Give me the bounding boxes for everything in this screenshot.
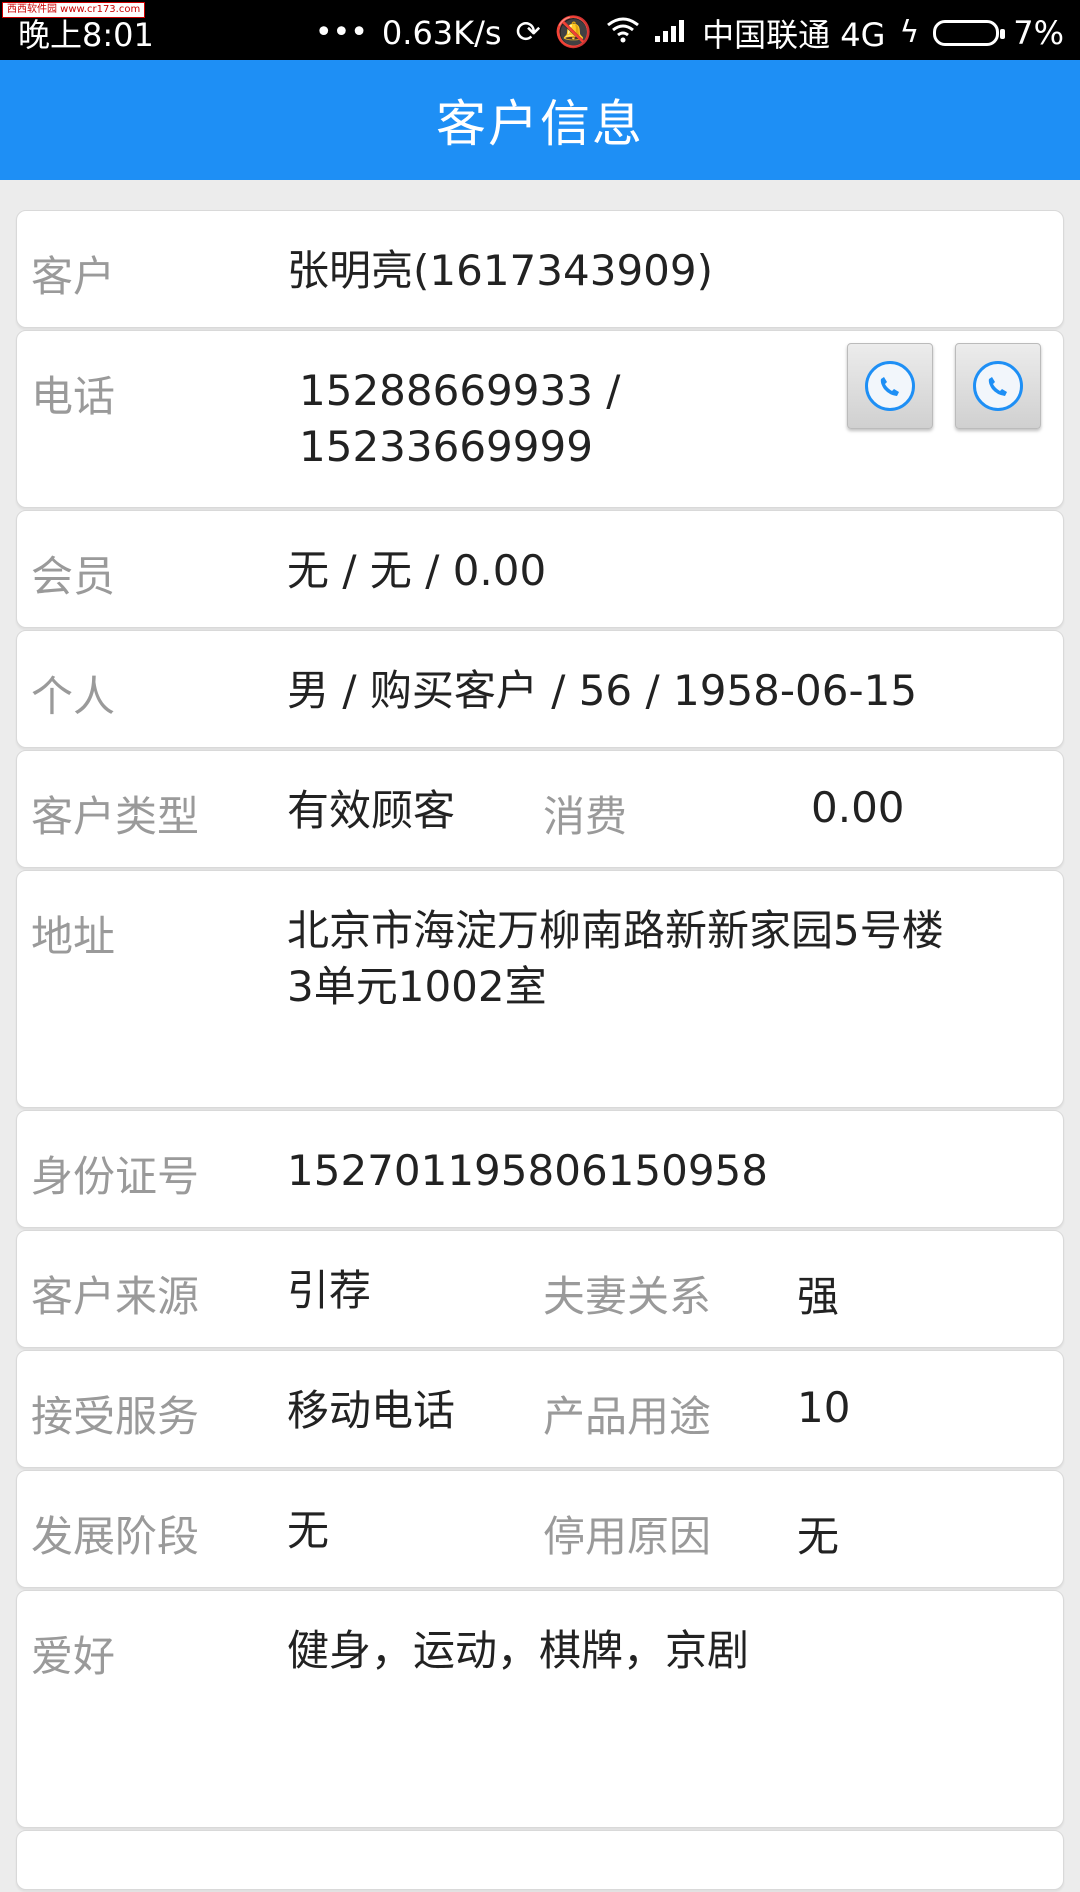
more-dots-icon: ••• bbox=[314, 15, 368, 50]
row-value: 移动电话 bbox=[287, 1386, 456, 1435]
mute-icon: 🔕 bbox=[554, 15, 593, 50]
row-value: 无 bbox=[287, 1506, 330, 1555]
phone-number-1: 15288669933 / bbox=[299, 366, 621, 415]
row-label: 爱好 bbox=[31, 1632, 116, 1681]
row-value: 有效顾客 bbox=[287, 786, 456, 835]
row-label: 身份证号 bbox=[31, 1152, 200, 1201]
phone-icon bbox=[973, 361, 1023, 411]
status-right: ••• 0.63K/s ⟳ 🔕 中国联通 4G ϟ 7% bbox=[315, 10, 1064, 56]
row-hobby: 爱好 健身，运动，棋牌，京剧 bbox=[16, 1590, 1064, 1828]
row-label-secondary: 夫妻关系 bbox=[543, 1272, 712, 1321]
row-value: 152701195806150958 bbox=[287, 1146, 768, 1195]
row-label-secondary: 产品用途 bbox=[543, 1392, 712, 1441]
row-label-secondary: 停用原因 bbox=[543, 1512, 712, 1561]
status-time: 晚上8:01 bbox=[18, 16, 154, 54]
row-phone: 电话 15288669933 / 15233669999 bbox=[16, 330, 1064, 508]
address-line-1: 北京市海淀万柳南路新新家园5号楼 bbox=[287, 906, 944, 955]
row-value-secondary: 10 bbox=[797, 1383, 851, 1432]
phone-number-2: 15233669999 bbox=[299, 422, 593, 471]
charging-icon: ϟ bbox=[899, 15, 920, 50]
row-stage: 发展阶段 无 停用原因 无 bbox=[16, 1470, 1064, 1588]
row-member: 会员 无 / 无 / 0.00 bbox=[16, 510, 1064, 628]
wifi-icon bbox=[606, 17, 640, 49]
row-value: 张明亮(1617343909) bbox=[287, 246, 713, 295]
address-line-2: 3单元1002室 bbox=[287, 962, 547, 1011]
status-battery: 7% bbox=[1013, 14, 1064, 52]
row-label: 发展阶段 bbox=[31, 1512, 200, 1561]
row-label: 客户 bbox=[31, 252, 116, 301]
row-label: 会员 bbox=[31, 552, 116, 601]
row-value: 引荐 bbox=[287, 1266, 372, 1315]
row-id-number: 身份证号 152701195806150958 bbox=[16, 1110, 1064, 1228]
row-label: 电话 bbox=[31, 372, 116, 421]
row-value: 男 / 购买客户 / 56 / 1958-06-15 bbox=[287, 666, 918, 715]
row-value-secondary: 强 bbox=[797, 1272, 840, 1321]
page-title: 客户信息 bbox=[436, 95, 644, 153]
row-label-secondary: 消费 bbox=[543, 792, 628, 841]
row-label: 地址 bbox=[31, 912, 116, 961]
page-header: 客户信息 bbox=[0, 60, 1080, 180]
address-value: 北京市海淀万柳南路新新家园5号楼 3单元1002室 bbox=[287, 903, 1057, 1015]
row-customer: 客户 张明亮(1617343909) bbox=[16, 210, 1064, 328]
row-address: 地址 北京市海淀万柳南路新新家园5号楼 3单元1002室 bbox=[16, 870, 1064, 1108]
status-carrier: 中国联通 4G bbox=[702, 16, 886, 54]
phone-value: 15288669933 / 15233669999 bbox=[299, 363, 620, 475]
call-button-1[interactable] bbox=[847, 343, 933, 429]
row-value-secondary: 无 bbox=[797, 1512, 840, 1561]
row-label: 客户类型 bbox=[31, 792, 200, 841]
status-speed: 0.63K/s bbox=[381, 14, 502, 52]
row-source: 客户来源 引荐 夫妻关系 强 bbox=[16, 1230, 1064, 1348]
row-value: 健身，运动，棋牌，京剧 bbox=[287, 1626, 750, 1675]
row-label: 接受服务 bbox=[31, 1392, 200, 1441]
signal-icon bbox=[654, 17, 688, 49]
row-service: 接受服务 移动电话 产品用途 10 bbox=[16, 1350, 1064, 1468]
customer-info-list: 客户 张明亮(1617343909) 电话 15288669933 / 1523… bbox=[16, 210, 1064, 1892]
sync-icon: ⟳ bbox=[515, 15, 541, 50]
row-value: 无 / 无 / 0.00 bbox=[287, 546, 547, 595]
row-value-secondary: 0.00 bbox=[811, 783, 905, 832]
row-partial bbox=[16, 1830, 1064, 1890]
call-button-2[interactable] bbox=[955, 343, 1041, 429]
phone-icon bbox=[865, 361, 915, 411]
row-customer-type: 客户类型 有效顾客 消费 0.00 bbox=[16, 750, 1064, 868]
row-personal: 个人 男 / 购买客户 / 56 / 1958-06-15 bbox=[16, 630, 1064, 748]
battery-icon bbox=[933, 20, 1006, 46]
status-bar: 西西软件园 www.cr173.com 晚上8:01 ••• 0.63K/s ⟳… bbox=[0, 0, 1080, 60]
row-label: 客户来源 bbox=[31, 1272, 200, 1321]
row-label: 个人 bbox=[31, 672, 116, 721]
